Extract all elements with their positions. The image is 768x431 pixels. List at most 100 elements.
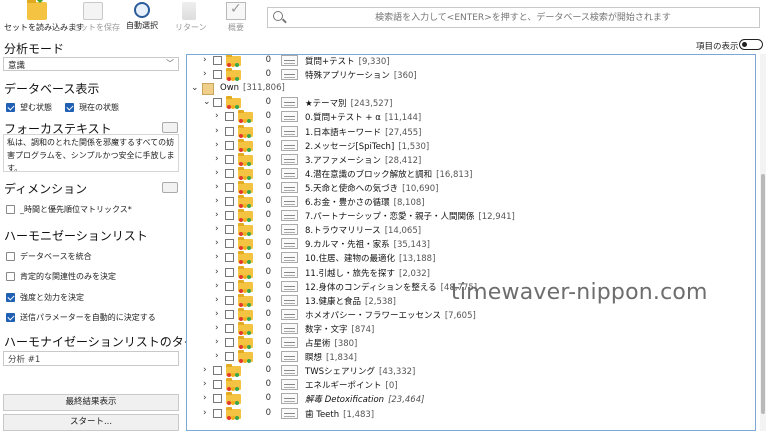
tree-row-checkbox[interactable] [225, 352, 234, 362]
waveform-icon[interactable] [281, 97, 298, 109]
tree-row[interactable]: › 0 特殊アプリケーション [360] [187, 68, 755, 82]
tree-row-checkbox[interactable] [225, 168, 234, 178]
search-box[interactable] [267, 7, 760, 28]
tree-row[interactable]: › 0 5.天命と使命への気づき [10,690] [187, 180, 755, 195]
tree-row[interactable]: › 0 6.お金・豊かさの循環 [8,108] [187, 195, 755, 209]
harm-intensity-checkbox[interactable]: 強度と効力を決定 [6, 292, 84, 303]
tree-row[interactable]: › 0 歯 Teeth [1,483] [187, 406, 755, 421]
chevron-right-icon[interactable]: › [215, 252, 219, 262]
tree-row-checkbox[interactable] [225, 239, 234, 249]
waveform-icon[interactable] [281, 210, 298, 222]
return-button[interactable]: リターン [175, 2, 207, 36]
tree-row[interactable]: › 0 8.トラウマリリース [14,065] [187, 223, 755, 237]
tree-row[interactable]: › 0 7.パートナーシップ・恋愛・親子・人間関係 [12,941] [187, 209, 755, 223]
tree-row-checkbox[interactable] [225, 281, 234, 291]
save-set-button[interactable]: セットを保存 [72, 2, 120, 36]
tree-row-own[interactable]: ⌄ Own [311,806] [187, 82, 755, 96]
harm-merge-db-checkbox[interactable]: データベースを統合 [6, 251, 92, 262]
tree-row[interactable]: ⌄ 0 ★テーマ別 [243,527] [187, 96, 755, 110]
tree-row-checkbox[interactable] [225, 309, 234, 319]
chevron-right-icon[interactable]: › [215, 224, 219, 234]
database-tree[interactable]: › 0 質問+テスト [9,330] › 0 特殊アプリケーション [360] ⌄ Own [311… [186, 54, 756, 431]
search-input[interactable] [290, 9, 756, 26]
waveform-icon[interactable] [281, 322, 298, 334]
waveform-icon[interactable] [281, 153, 298, 165]
waveform-icon[interactable] [281, 351, 298, 363]
tree-row-checkbox[interactable] [225, 295, 234, 305]
focus-textarea[interactable]: 私は、調和のとれた関係を邪魔するすべての妨害プログラムを、シンプルかつ安全に手放… [3, 134, 179, 172]
chevron-right-icon[interactable]: › [203, 393, 207, 403]
chevron-right-icon[interactable]: › [215, 323, 219, 333]
waveform-icon[interactable] [281, 181, 298, 193]
waveform-icon[interactable] [281, 125, 298, 137]
chevron-right-icon[interactable]: › [203, 408, 207, 418]
tree-row[interactable]: › 0 占星術 [380] [187, 336, 755, 350]
tree-row[interactable]: › 0 10.住居、建物の最適化 [13,188] [187, 251, 755, 265]
chevron-right-icon[interactable]: › [203, 379, 207, 389]
summary-button[interactable]: 概要 [223, 1, 249, 36]
chevron-right-icon[interactable]: › [215, 267, 219, 277]
waveform-icon[interactable] [281, 337, 298, 348]
tree-row[interactable]: › 0 0.質問+テスト + α [11,144] [187, 110, 755, 124]
waveform-icon[interactable] [281, 407, 298, 419]
tree-row[interactable]: › 0 11.引越し・旅先を探す [2,032] [187, 265, 755, 280]
auto-select-button[interactable]: 自動選択 [124, 2, 160, 36]
chevron-right-icon[interactable]: › [215, 309, 219, 319]
dimension-checkbox[interactable]: _時間と優先順位マトリックス* [6, 204, 132, 215]
chevron-right-icon[interactable]: › [215, 238, 219, 248]
waveform-icon[interactable] [281, 196, 298, 207]
tree-row[interactable]: › 0 2.メッセージ[SpiTech] [1,530] [187, 138, 755, 153]
tree-row-checkbox[interactable] [225, 197, 234, 206]
waveform-icon[interactable] [281, 252, 298, 264]
waveform-icon[interactable] [281, 238, 298, 250]
tree-row[interactable]: › 0 9.カルマ・先祖・家系 [35,143] [187, 237, 755, 251]
load-set-button[interactable]: セットを読み込みます [4, 0, 84, 36]
tree-row-checkbox[interactable] [225, 140, 234, 150]
tree-row-checkbox[interactable] [213, 380, 222, 390]
tree-row-checkbox[interactable] [213, 98, 222, 108]
chevron-right-icon[interactable]: › [215, 140, 219, 150]
waveform-icon[interactable] [281, 167, 298, 179]
tree-row-checkbox[interactable] [225, 338, 234, 347]
harm-auto-params-checkbox[interactable]: 送信パラメーターを自動的に決定する [6, 312, 156, 323]
waveform-icon[interactable] [281, 393, 298, 405]
tree-row-checkbox[interactable] [213, 408, 222, 418]
scrollbar-thumb[interactable] [761, 174, 765, 414]
chevron-right-icon[interactable]: › [215, 196, 219, 206]
tree-row-checkbox[interactable] [213, 56, 222, 65]
db-current-state-checkbox[interactable]: 現在の状態 [65, 102, 119, 113]
tree-row[interactable]: › 0 質問+テスト [9,330] [187, 55, 755, 68]
chevron-right-icon[interactable]: › [203, 55, 207, 65]
waveform-icon[interactable] [281, 280, 298, 292]
tree-row-checkbox[interactable] [225, 126, 234, 136]
chevron-right-icon[interactable]: › [215, 351, 219, 361]
tree-row[interactable]: › 0 3.アファメーション [28,412] [187, 152, 755, 167]
tree-row-checkbox[interactable] [225, 211, 234, 221]
final-result-button[interactable]: 最終結果表示 [3, 394, 179, 411]
chevron-right-icon[interactable]: › [215, 182, 219, 192]
tree-row[interactable]: › 0 数字・文字 [874] [187, 321, 755, 336]
tree-row-checkbox[interactable] [225, 253, 234, 263]
chevron-right-icon[interactable]: › [215, 295, 219, 305]
start-button[interactable]: スタート... [3, 414, 179, 431]
chevron-down-icon[interactable]: ⌄ [191, 83, 199, 93]
tree-row-checkbox[interactable] [225, 154, 234, 164]
chevron-right-icon[interactable]: › [203, 69, 207, 79]
chevron-right-icon[interactable]: › [215, 210, 219, 220]
waveform-icon[interactable] [281, 55, 298, 66]
analysis-mode-dropdown[interactable]: 意識 ﹀ [3, 57, 179, 71]
waveform-icon[interactable] [281, 139, 298, 151]
harm-list-title-input[interactable]: 分析 #1 [3, 351, 179, 366]
tree-row-checkbox[interactable] [225, 112, 234, 122]
tree-row-checkbox[interactable] [213, 394, 222, 404]
tree-row-checkbox[interactable] [225, 323, 234, 333]
tree-row-checkbox[interactable] [213, 366, 222, 376]
text-edit-icon[interactable] [162, 122, 178, 133]
waveform-icon[interactable] [281, 224, 298, 236]
tree-row[interactable]: › 0 TWSシェアリング [43,332] [187, 364, 755, 378]
vertical-scrollbar[interactable] [760, 54, 766, 431]
tree-row[interactable]: › 0 解毒 Detoxification [23,464] [187, 392, 755, 406]
tree-row-checkbox[interactable] [225, 182, 234, 192]
waveform-icon[interactable] [281, 365, 298, 377]
chevron-down-icon[interactable]: ⌄ [203, 97, 211, 107]
